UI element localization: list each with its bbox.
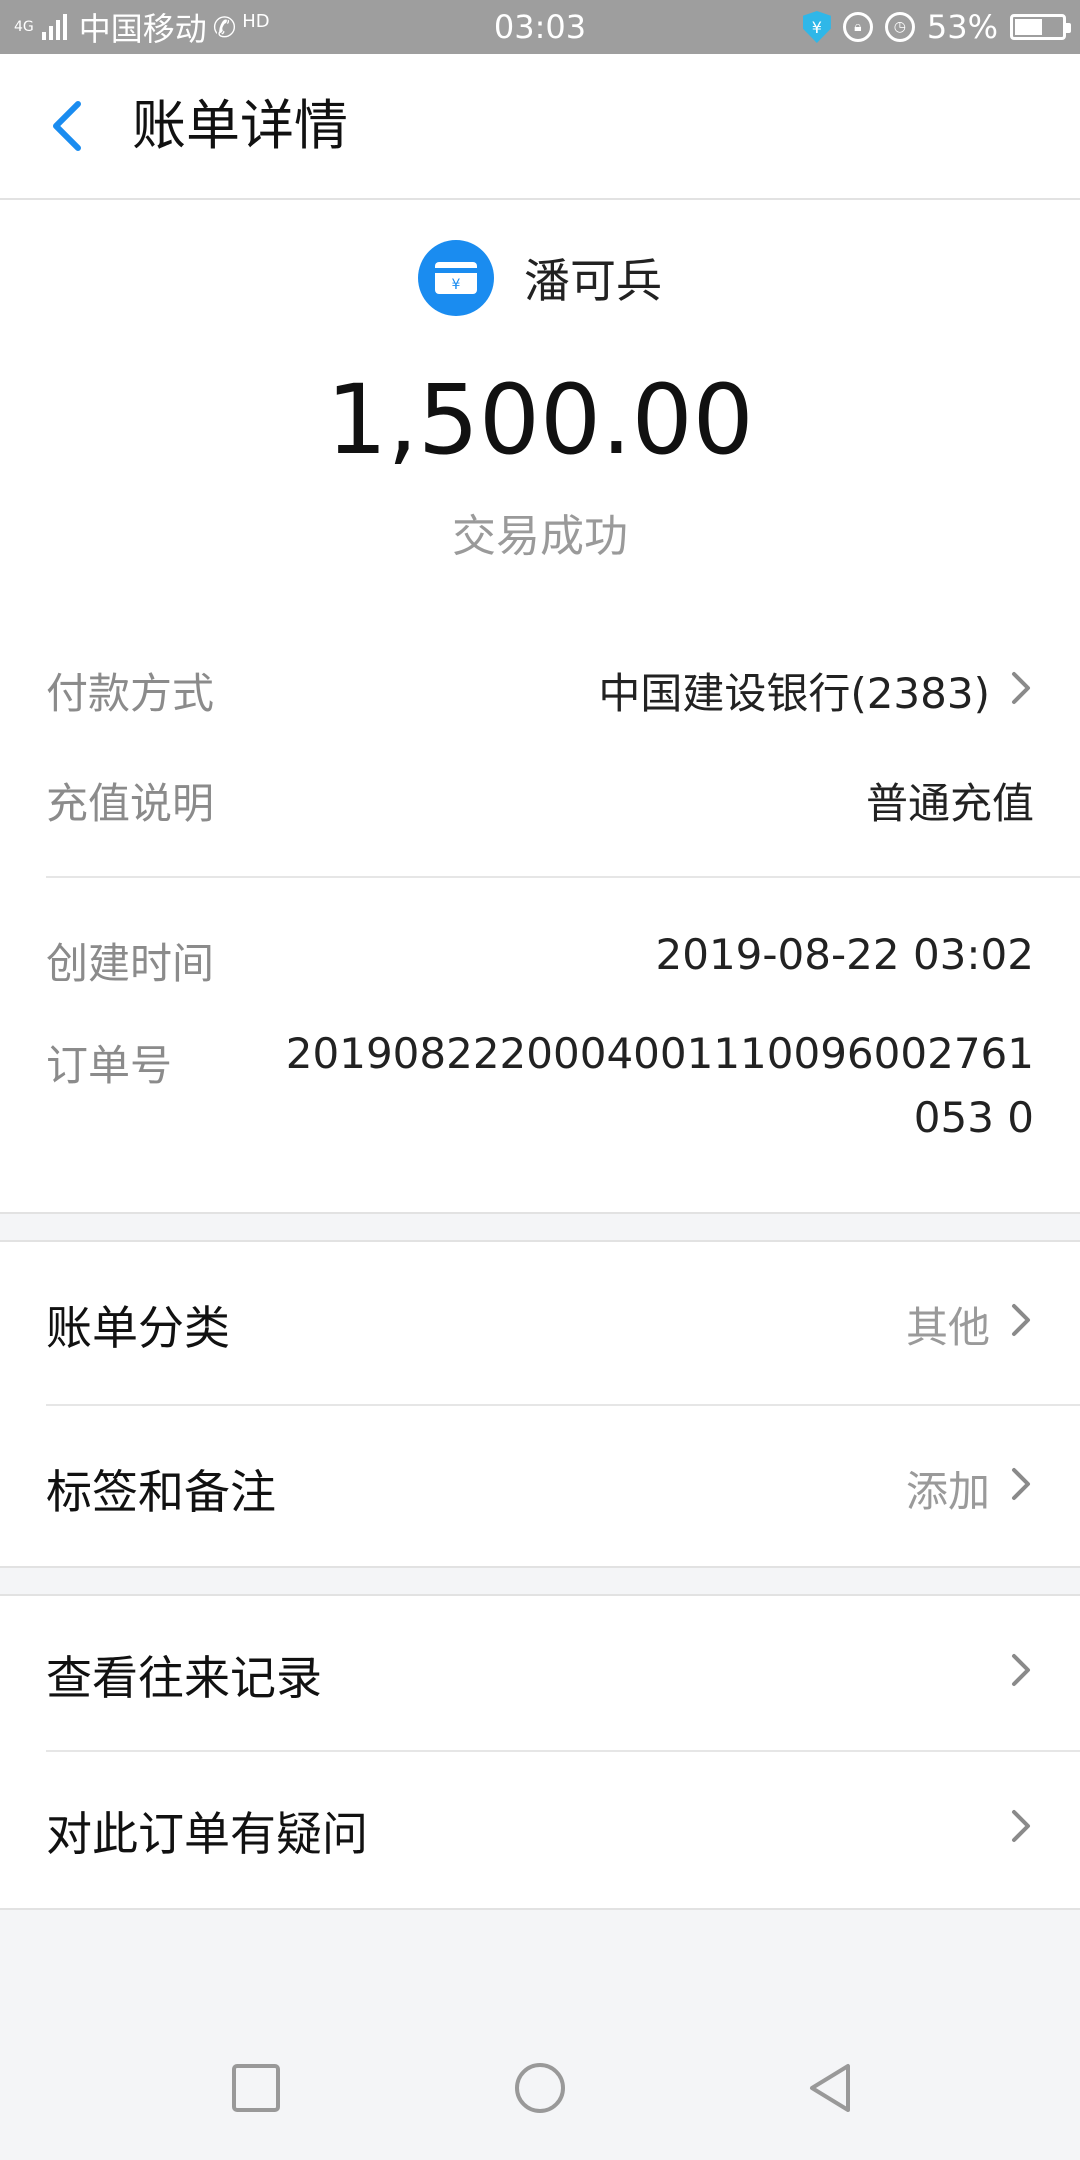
tags-notes-value: 添加 <box>905 1467 990 1516</box>
bill-detail-card: ¥ 潘可兵 1,500.00 交易成功 付款方式 中国建设银行(2383) 充值… <box>0 200 1080 1214</box>
view-history-item[interactable]: 查看往来记录 <box>0 1596 1080 1750</box>
divider <box>46 876 1080 878</box>
merchant-name: 潘可兵 <box>524 254 662 308</box>
created-time-label: 创建时间 <box>46 939 215 988</box>
chevron-right-icon <box>1012 672 1030 704</box>
chevron-right-icon <box>1012 1654 1030 1686</box>
support-section: 查看往来记录 对此订单有疑问 <box>0 1594 1080 1910</box>
bill-category-value: 其他 <box>905 1303 990 1352</box>
order-question-item[interactable]: 对此订单有疑问 <box>0 1752 1080 1906</box>
status-right: ¥ 🔒︎ ◷ 53% <box>802 0 1071 54</box>
payment-method-label: 付款方式 <box>46 669 215 718</box>
transaction-status: 交易成功 <box>452 511 628 562</box>
payment-method-row[interactable]: 付款方式 中国建设银行(2383) <box>46 660 1034 720</box>
battery-percent: 53% <box>926 8 998 46</box>
view-history-label: 查看往来记录 <box>46 1651 322 1705</box>
recharge-note-value: 普通充值 <box>865 779 1034 828</box>
transaction-amount: 1,500.00 <box>326 364 754 476</box>
svg-text:¥: ¥ <box>452 277 461 293</box>
back-icon[interactable] <box>804 2062 856 2114</box>
tags-notes-item[interactable]: 标签和备注 添加 <box>0 1406 1080 1566</box>
recharge-note-label: 充值说明 <box>46 779 215 828</box>
chevron-right-icon <box>1012 1468 1030 1500</box>
created-time-row: 创建时间 2019-08-22 03:02 <box>46 930 1034 990</box>
bill-category-label: 账单分类 <box>46 1301 230 1355</box>
alarm-icon: ◷ <box>884 12 915 42</box>
tags-notes-label: 标签和备注 <box>46 1465 276 1519</box>
page-title: 账单详情 <box>132 94 348 157</box>
shield-icon: ¥ <box>802 11 831 43</box>
card-yuan-icon: ¥ <box>418 240 494 316</box>
home-icon[interactable] <box>514 2062 566 2114</box>
order-number-row: 订单号 2019082220004001110096002761053 0 <box>46 1029 1034 1172</box>
created-time-value: 2019-08-22 03:02 <box>655 930 1034 979</box>
chevron-right-icon <box>1012 1304 1030 1336</box>
rotation-lock-icon: 🔒︎ <box>842 12 873 42</box>
status-bar: 4G 中国移动 ✆ HD 03:03 ¥ 🔒︎ ◷ 53% <box>0 0 1080 54</box>
bill-settings-section: 账单分类 其他 标签和备注 添加 <box>0 1240 1080 1568</box>
recent-apps-icon[interactable] <box>230 2062 282 2114</box>
order-number-value: 2019082220004001110096002761053 0 <box>285 1029 1034 1142</box>
app-header: 账单详情 <box>0 54 1080 200</box>
battery-icon <box>1010 14 1071 40</box>
order-question-label: 对此订单有疑问 <box>46 1807 368 1861</box>
payment-method-value: 中国建设银行(2383) <box>598 669 990 718</box>
back-arrow-icon[interactable] <box>44 96 94 156</box>
order-number-label: 订单号 <box>46 1041 173 1090</box>
recharge-note-row: 充值说明 普通充值 <box>46 770 1034 830</box>
merchant-info: ¥ 潘可兵 <box>0 240 1080 316</box>
bill-category-item[interactable]: 账单分类 其他 <box>0 1242 1080 1402</box>
system-nav-bar <box>0 2016 1080 2160</box>
chevron-right-icon <box>1012 1810 1030 1842</box>
